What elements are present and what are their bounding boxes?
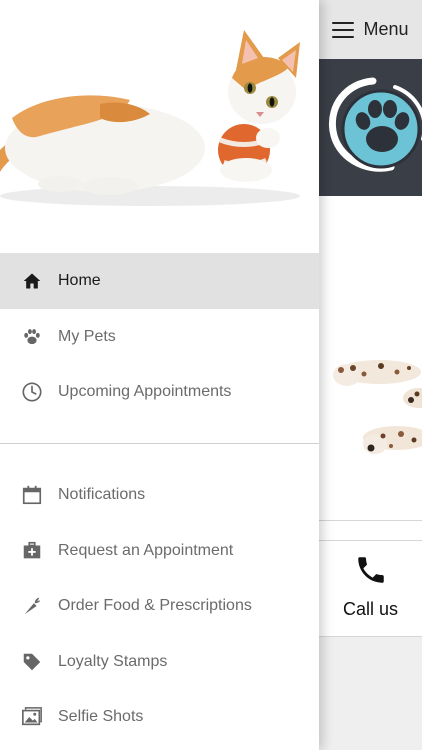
paw-logo-icon	[328, 77, 422, 172]
calendar-icon	[20, 483, 44, 507]
menu-label: Menu	[363, 19, 409, 39]
call-us-button[interactable]: Call us	[319, 541, 422, 636]
footer-area	[319, 637, 422, 750]
nav-label: Request an Appointment	[58, 542, 234, 559]
nav-item-loyalty-stamps[interactable]: Loyalty Stamps	[0, 634, 319, 690]
tag-icon	[20, 650, 44, 674]
nav-item-upcoming-appointments[interactable]: Upcoming Appointments	[0, 364, 319, 420]
nav-label: My Pets	[58, 328, 116, 345]
dog-photo	[319, 320, 422, 480]
nav-label: Order Food & Prescriptions	[58, 597, 252, 614]
clock-icon	[20, 380, 44, 404]
nav-label: Notifications	[58, 486, 146, 503]
navigation-drawer: Home My Pets Upcoming Appointments Notif…	[0, 0, 319, 750]
nav-label: Loyalty Stamps	[58, 653, 168, 670]
paw-icon	[20, 325, 44, 349]
phone-icon	[357, 557, 384, 583]
cat-header-photo	[0, 0, 319, 250]
home-icon	[20, 269, 44, 293]
nav-divider	[0, 443, 319, 444]
photos-icon	[20, 705, 44, 729]
call-us-label: Call us	[342, 599, 399, 619]
nav-label: Upcoming Appointments	[58, 383, 232, 400]
nav-item-notifications[interactable]: Notifications	[0, 467, 319, 523]
hamburger-icon	[332, 21, 355, 38]
menu-button[interactable]: Menu	[319, 0, 422, 59]
nav-label: Selfie Shots	[58, 708, 144, 725]
nav-label: Home	[58, 272, 101, 289]
carrot-icon	[20, 594, 44, 618]
nav-item-my-pets[interactable]: My Pets	[0, 309, 319, 365]
clinic-logo	[319, 59, 422, 196]
nav-item-request-appointment[interactable]: Request an Appointment	[0, 523, 319, 579]
nav-item-order-food[interactable]: Order Food & Prescriptions	[0, 578, 319, 634]
nav-item-selfie-shots[interactable]: Selfie Shots	[0, 689, 319, 745]
medical-bag-icon	[20, 539, 44, 563]
section-divider	[319, 520, 422, 521]
nav-item-home[interactable]: Home	[0, 253, 319, 309]
